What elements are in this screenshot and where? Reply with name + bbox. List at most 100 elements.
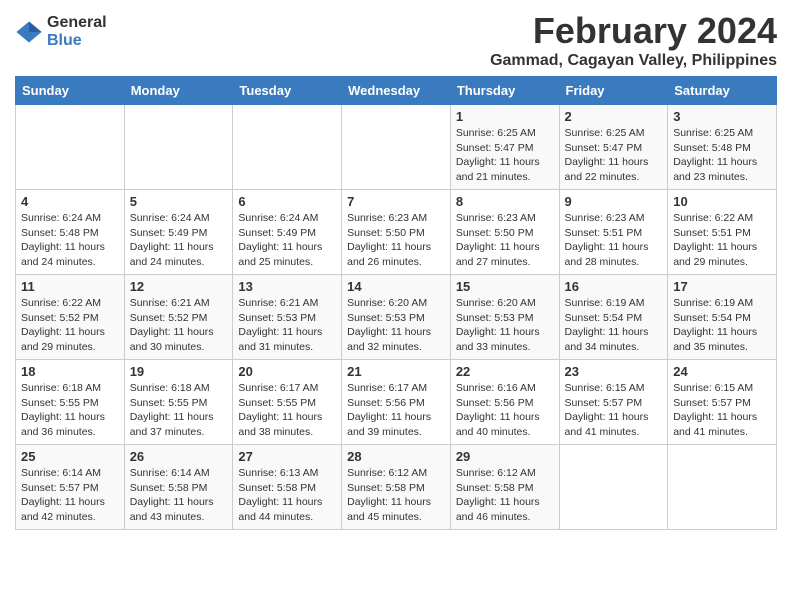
- weekday-header-thursday: Thursday: [450, 77, 559, 105]
- day-number: 8: [456, 194, 554, 209]
- day-info: Sunrise: 6:20 AM Sunset: 5:53 PM Dayligh…: [456, 296, 554, 355]
- calendar-cell: 16 Sunrise: 6:19 AM Sunset: 5:54 PM Dayli…: [559, 275, 668, 360]
- day-info: Sunrise: 6:17 AM Sunset: 5:55 PM Dayligh…: [238, 381, 336, 440]
- day-info: Sunrise: 6:23 AM Sunset: 5:50 PM Dayligh…: [456, 211, 554, 270]
- day-info: Sunrise: 6:22 AM Sunset: 5:51 PM Dayligh…: [673, 211, 771, 270]
- calendar-cell: 1 Sunrise: 6:25 AM Sunset: 5:47 PM Daylig…: [450, 105, 559, 190]
- day-number: 4: [21, 194, 119, 209]
- calendar-cell: 2 Sunrise: 6:25 AM Sunset: 5:47 PM Daylig…: [559, 105, 668, 190]
- day-number: 7: [347, 194, 445, 209]
- calendar-cell: 20 Sunrise: 6:17 AM Sunset: 5:55 PM Dayli…: [233, 360, 342, 445]
- day-info: Sunrise: 6:25 AM Sunset: 5:47 PM Dayligh…: [565, 126, 663, 185]
- calendar-cell: 18 Sunrise: 6:18 AM Sunset: 5:55 PM Dayli…: [16, 360, 125, 445]
- day-info: Sunrise: 6:18 AM Sunset: 5:55 PM Dayligh…: [130, 381, 228, 440]
- calendar-cell: 8 Sunrise: 6:23 AM Sunset: 5:50 PM Daylig…: [450, 190, 559, 275]
- day-number: 12: [130, 279, 228, 294]
- day-info: Sunrise: 6:22 AM Sunset: 5:52 PM Dayligh…: [21, 296, 119, 355]
- calendar-cell: [16, 105, 125, 190]
- calendar-table: SundayMondayTuesdayWednesdayThursdayFrid…: [15, 76, 777, 530]
- day-info: Sunrise: 6:18 AM Sunset: 5:55 PM Dayligh…: [21, 381, 119, 440]
- calendar-cell: [559, 445, 668, 530]
- calendar-cell: 23Sunrise: 6:15 AM Sunset: 5:57 PM Dayli…: [559, 360, 668, 445]
- day-number: 9: [565, 194, 663, 209]
- calendar-cell: 17 Sunrise: 6:19 AM Sunset: 5:54 PM Dayli…: [668, 275, 777, 360]
- week-row-1: 1 Sunrise: 6:25 AM Sunset: 5:47 PM Daylig…: [16, 105, 777, 190]
- calendar-cell: [668, 445, 777, 530]
- day-info: Sunrise: 6:21 AM Sunset: 5:53 PM Dayligh…: [238, 296, 336, 355]
- day-number: 20: [238, 364, 336, 379]
- logo-blue-text: Blue: [47, 32, 107, 50]
- day-number: 19: [130, 364, 228, 379]
- calendar-cell: 4 Sunrise: 6:24 AM Sunset: 5:48 PM Daylig…: [16, 190, 125, 275]
- calendar-cell: 15 Sunrise: 6:20 AM Sunset: 5:53 PM Dayli…: [450, 275, 559, 360]
- day-info: Sunrise: 6:15 AM Sunset: 5:57 PM Dayligh…: [565, 381, 663, 440]
- day-info: Sunrise: 6:19 AM Sunset: 5:54 PM Dayligh…: [673, 296, 771, 355]
- calendar-cell: 11Sunrise: 6:22 AM Sunset: 5:52 PM Dayli…: [16, 275, 125, 360]
- calendar-cell: 12 Sunrise: 6:21 AM Sunset: 5:52 PM Dayli…: [124, 275, 233, 360]
- calendar-cell: 10Sunrise: 6:22 AM Sunset: 5:51 PM Dayli…: [668, 190, 777, 275]
- weekday-header-tuesday: Tuesday: [233, 77, 342, 105]
- calendar-cell: [124, 105, 233, 190]
- weekday-header-sunday: Sunday: [16, 77, 125, 105]
- day-info: Sunrise: 6:21 AM Sunset: 5:52 PM Dayligh…: [130, 296, 228, 355]
- calendar-cell: 26 Sunrise: 6:14 AM Sunset: 5:58 PM Dayli…: [124, 445, 233, 530]
- day-info: Sunrise: 6:16 AM Sunset: 5:56 PM Dayligh…: [456, 381, 554, 440]
- day-number: 5: [130, 194, 228, 209]
- day-number: 16: [565, 279, 663, 294]
- logo-general-text: General: [47, 14, 107, 32]
- calendar-cell: 28Sunrise: 6:12 AM Sunset: 5:58 PM Dayli…: [342, 445, 451, 530]
- calendar-cell: 13 Sunrise: 6:21 AM Sunset: 5:53 PM Dayli…: [233, 275, 342, 360]
- title-section: February 2024 Gammad, Cagayan Valley, Ph…: [490, 10, 777, 70]
- calendar-cell: 27 Sunrise: 6:13 AM Sunset: 5:58 PM Dayli…: [233, 445, 342, 530]
- week-row-4: 18 Sunrise: 6:18 AM Sunset: 5:55 PM Dayli…: [16, 360, 777, 445]
- calendar-cell: 22Sunrise: 6:16 AM Sunset: 5:56 PM Dayli…: [450, 360, 559, 445]
- day-number: 6: [238, 194, 336, 209]
- day-number: 2: [565, 109, 663, 124]
- day-info: Sunrise: 6:17 AM Sunset: 5:56 PM Dayligh…: [347, 381, 445, 440]
- day-info: Sunrise: 6:14 AM Sunset: 5:58 PM Dayligh…: [130, 466, 228, 525]
- month-year-title: February 2024: [490, 10, 777, 52]
- day-info: Sunrise: 6:14 AM Sunset: 5:57 PM Dayligh…: [21, 466, 119, 525]
- day-info: Sunrise: 6:25 AM Sunset: 5:47 PM Dayligh…: [456, 126, 554, 185]
- weekday-header-saturday: Saturday: [668, 77, 777, 105]
- day-number: 18: [21, 364, 119, 379]
- calendar-cell: 7 Sunrise: 6:23 AM Sunset: 5:50 PM Daylig…: [342, 190, 451, 275]
- day-number: 28: [347, 449, 445, 464]
- calendar-cell: 21 Sunrise: 6:17 AM Sunset: 5:56 PM Dayli…: [342, 360, 451, 445]
- day-info: Sunrise: 6:12 AM Sunset: 5:58 PM Dayligh…: [456, 466, 554, 525]
- day-info: Sunrise: 6:23 AM Sunset: 5:50 PM Dayligh…: [347, 211, 445, 270]
- day-info: Sunrise: 6:13 AM Sunset: 5:58 PM Dayligh…: [238, 466, 336, 525]
- weekday-header-friday: Friday: [559, 77, 668, 105]
- day-number: 21: [347, 364, 445, 379]
- day-number: 27: [238, 449, 336, 464]
- calendar-cell: 29 Sunrise: 6:12 AM Sunset: 5:58 PM Dayli…: [450, 445, 559, 530]
- day-number: 15: [456, 279, 554, 294]
- week-row-5: 25 Sunrise: 6:14 AM Sunset: 5:57 PM Dayli…: [16, 445, 777, 530]
- weekday-header-wednesday: Wednesday: [342, 77, 451, 105]
- day-info: Sunrise: 6:23 AM Sunset: 5:51 PM Dayligh…: [565, 211, 663, 270]
- day-info: Sunrise: 6:20 AM Sunset: 5:53 PM Dayligh…: [347, 296, 445, 355]
- day-number: 17: [673, 279, 771, 294]
- day-info: Sunrise: 6:24 AM Sunset: 5:49 PM Dayligh…: [238, 211, 336, 270]
- logo: General Blue: [15, 14, 107, 49]
- day-number: 13: [238, 279, 336, 294]
- calendar-cell: 6 Sunrise: 6:24 AM Sunset: 5:49 PM Daylig…: [233, 190, 342, 275]
- logo-icon: [15, 18, 43, 46]
- day-number: 14: [347, 279, 445, 294]
- day-number: 26: [130, 449, 228, 464]
- day-number: 1: [456, 109, 554, 124]
- weekday-header-monday: Monday: [124, 77, 233, 105]
- day-info: Sunrise: 6:19 AM Sunset: 5:54 PM Dayligh…: [565, 296, 663, 355]
- day-info: Sunrise: 6:24 AM Sunset: 5:48 PM Dayligh…: [21, 211, 119, 270]
- calendar-cell: 5Sunrise: 6:24 AM Sunset: 5:49 PM Daylig…: [124, 190, 233, 275]
- calendar-cell: [342, 105, 451, 190]
- calendar-cell: [233, 105, 342, 190]
- header: General Blue February 2024 Gammad, Cagay…: [15, 10, 777, 70]
- week-row-3: 11Sunrise: 6:22 AM Sunset: 5:52 PM Dayli…: [16, 275, 777, 360]
- day-number: 25: [21, 449, 119, 464]
- day-info: Sunrise: 6:15 AM Sunset: 5:57 PM Dayligh…: [673, 381, 771, 440]
- calendar-cell: 14 Sunrise: 6:20 AM Sunset: 5:53 PM Dayli…: [342, 275, 451, 360]
- calendar-cell: 24Sunrise: 6:15 AM Sunset: 5:57 PM Dayli…: [668, 360, 777, 445]
- calendar-cell: 25 Sunrise: 6:14 AM Sunset: 5:57 PM Dayli…: [16, 445, 125, 530]
- day-number: 29: [456, 449, 554, 464]
